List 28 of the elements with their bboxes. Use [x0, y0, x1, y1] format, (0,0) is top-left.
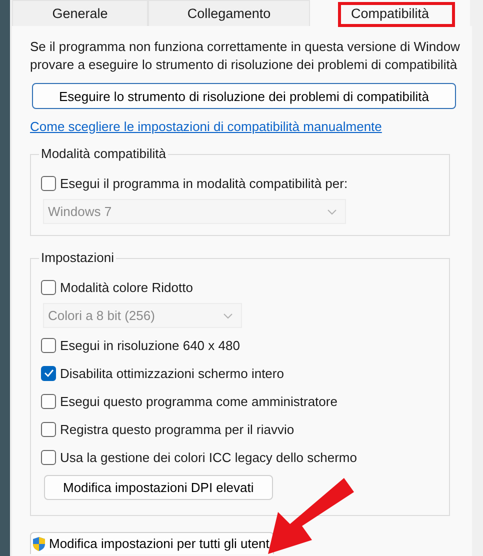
help-link[interactable]: Come scegliere le impostazioni di compatibilità manualmente [30, 119, 382, 134]
checkbox[interactable] [41, 366, 56, 380]
checkbox-label: Esegui questo programma come amministratore [60, 394, 338, 408]
checkbox[interactable] [41, 422, 56, 436]
dpi-settings-button[interactable]: Modifica impostazioni DPI elevati [44, 475, 273, 500]
group-title: Impostazioni [39, 250, 116, 266]
description-text: provare a eseguire lo strumento di risoluzione dei problemi di compatibilità [30, 56, 458, 74]
checkbox-label: Registra questo programma per il riavvio [60, 422, 294, 436]
checkbox[interactable] [41, 338, 56, 352]
shield-icon [31, 536, 47, 552]
checkbox[interactable] [41, 450, 56, 464]
group-title: Modalità compatibilità [39, 146, 168, 162]
checkbox-label: Disabilita ottimizzazioni schermo intero [60, 366, 284, 380]
checkbox-label: Esegui il programma in modalità compatibilità per: [60, 176, 348, 190]
description-text: Se il programma non funziona correttamente in questa versione di Window [30, 38, 461, 56]
all-users-button[interactable]: Modifica impostazioni per tutti gli utent [30, 532, 274, 554]
checkbox[interactable] [41, 176, 56, 190]
chevron-down-icon [327, 208, 337, 214]
checkbox[interactable] [41, 280, 56, 294]
tab[interactable]: Generale [12, 0, 148, 26]
checkbox-label: Esegui in risoluzione 640 x 480 [60, 338, 240, 352]
checkbox[interactable] [41, 394, 56, 408]
checkbox-label: Modalità colore Ridotto [60, 280, 193, 294]
check-icon [44, 369, 54, 377]
troubleshooter-button[interactable]: Eseguire lo strumento di risoluzione dei problemi di compatibilità [32, 83, 456, 109]
checkbox-label: Usa la gestione dei colori ICC legacy dello schermo [60, 450, 357, 464]
chevron-down-icon [223, 312, 233, 318]
tab[interactable]: Collegamento [148, 0, 310, 26]
